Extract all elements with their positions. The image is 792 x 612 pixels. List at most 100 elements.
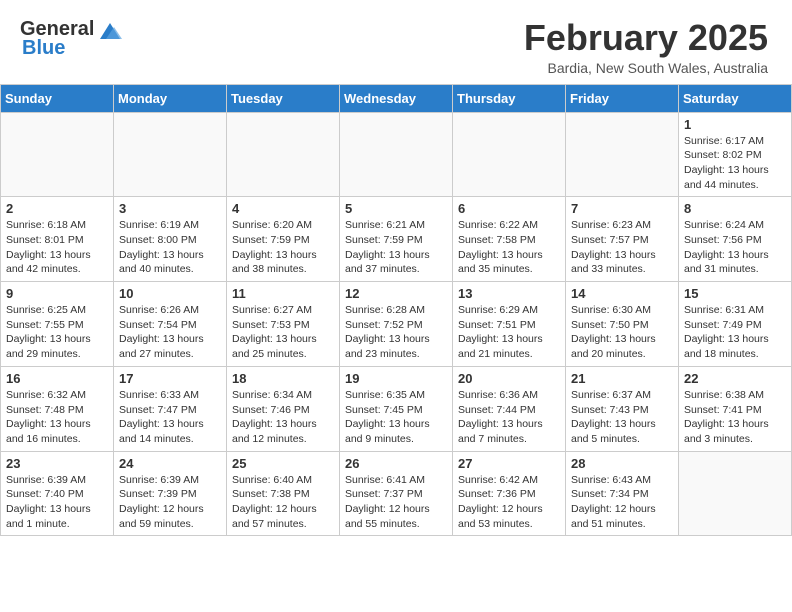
- week-row-3: 9Sunrise: 6:25 AMSunset: 7:55 PMDaylight…: [1, 282, 792, 367]
- weekday-saturday: Saturday: [679, 84, 792, 112]
- day-info: Sunrise: 6:22 AMSunset: 7:58 PMDaylight:…: [458, 218, 560, 277]
- logo-icon: [96, 19, 124, 41]
- calendar-cell: 22 Sunrise: 6:38 AMSunset: 7:41 PMDayligh…: [679, 366, 792, 451]
- day-info: Sunrise: 6:41 AMSunset: 7:37 PMDaylight:…: [345, 473, 447, 532]
- weekday-monday: Monday: [114, 84, 227, 112]
- calendar-cell: 28 Sunrise: 6:43 AMSunset: 7:34 PMDayligh…: [566, 451, 679, 536]
- day-number: 3: [119, 201, 221, 216]
- calendar-cell: 9Sunrise: 6:25 AMSunset: 7:55 PMDaylight…: [1, 282, 114, 367]
- day-number: 22: [684, 371, 786, 386]
- day-number: 7: [571, 201, 673, 216]
- header-right: February 2025 Bardia, New South Wales, A…: [524, 18, 768, 76]
- day-number: 8: [684, 201, 786, 216]
- day-number: 13: [458, 286, 560, 301]
- calendar-cell: 12 Sunrise: 6:28 AMSunset: 7:52 PMDayligh…: [340, 282, 453, 367]
- weekday-wednesday: Wednesday: [340, 84, 453, 112]
- calendar-cell: 4Sunrise: 6:20 AMSunset: 7:59 PMDaylight…: [227, 197, 340, 282]
- day-info: Sunrise: 6:26 AMSunset: 7:54 PMDaylight:…: [119, 303, 221, 362]
- calendar-cell: 23 Sunrise: 6:39 AMSunset: 7:40 PMDayligh…: [1, 451, 114, 536]
- month-title: February 2025: [524, 18, 768, 58]
- weekday-tuesday: Tuesday: [227, 84, 340, 112]
- calendar-page: General Blue February 2025 Bardia, New S…: [0, 0, 792, 612]
- day-info: Sunrise: 6:24 AMSunset: 7:56 PMDaylight:…: [684, 218, 786, 277]
- day-info: Sunrise: 6:40 AMSunset: 7:38 PMDaylight:…: [232, 473, 334, 532]
- calendar-cell: 20 Sunrise: 6:36 AMSunset: 7:44 PMDayligh…: [453, 366, 566, 451]
- calendar-table: SundayMondayTuesdayWednesdayThursdayFrid…: [0, 84, 792, 537]
- weekday-sunday: Sunday: [1, 84, 114, 112]
- week-row-1: 1 Sunrise: 6:17 AMSunset: 8:02 PMDaylight…: [1, 112, 792, 197]
- day-number: 23: [6, 456, 108, 471]
- day-info: Sunrise: 6:29 AMSunset: 7:51 PMDaylight:…: [458, 303, 560, 362]
- day-number: 19: [345, 371, 447, 386]
- weekday-header-row: SundayMondayTuesdayWednesdayThursdayFrid…: [1, 84, 792, 112]
- calendar-cell: 8 Sunrise: 6:24 AMSunset: 7:56 PMDaylight…: [679, 197, 792, 282]
- calendar-cell: 14 Sunrise: 6:30 AMSunset: 7:50 PMDayligh…: [566, 282, 679, 367]
- calendar-cell: 6Sunrise: 6:22 AMSunset: 7:58 PMDaylight…: [453, 197, 566, 282]
- calendar-cell: 15 Sunrise: 6:31 AMSunset: 7:49 PMDayligh…: [679, 282, 792, 367]
- day-info: Sunrise: 6:20 AMSunset: 7:59 PMDaylight:…: [232, 218, 334, 277]
- day-number: 20: [458, 371, 560, 386]
- day-info: Sunrise: 6:19 AMSunset: 8:00 PMDaylight:…: [119, 218, 221, 277]
- weekday-thursday: Thursday: [453, 84, 566, 112]
- day-info: Sunrise: 6:30 AMSunset: 7:50 PMDaylight:…: [571, 303, 673, 362]
- logo: General Blue: [20, 18, 124, 60]
- calendar-cell: [566, 112, 679, 197]
- day-info: Sunrise: 6:43 AMSunset: 7:34 PMDaylight:…: [571, 473, 673, 532]
- week-row-4: 16 Sunrise: 6:32 AMSunset: 7:48 PMDayligh…: [1, 366, 792, 451]
- day-info: Sunrise: 6:32 AMSunset: 7:48 PMDaylight:…: [6, 388, 108, 447]
- day-number: 17: [119, 371, 221, 386]
- day-info: Sunrise: 6:39 AMSunset: 7:40 PMDaylight:…: [6, 473, 108, 532]
- calendar-cell: 17 Sunrise: 6:33 AMSunset: 7:47 PMDayligh…: [114, 366, 227, 451]
- day-number: 25: [232, 456, 334, 471]
- day-number: 10: [119, 286, 221, 301]
- day-number: 14: [571, 286, 673, 301]
- day-number: 11: [232, 286, 334, 301]
- day-number: 24: [119, 456, 221, 471]
- day-info: Sunrise: 6:39 AMSunset: 7:39 PMDaylight:…: [119, 473, 221, 532]
- calendar-cell: 7 Sunrise: 6:23 AMSunset: 7:57 PMDaylight…: [566, 197, 679, 282]
- day-number: 16: [6, 371, 108, 386]
- calendar-cell: 24 Sunrise: 6:39 AMSunset: 7:39 PMDayligh…: [114, 451, 227, 536]
- day-info: Sunrise: 6:37 AMSunset: 7:43 PMDaylight:…: [571, 388, 673, 447]
- calendar-cell: [679, 451, 792, 536]
- header: General Blue February 2025 Bardia, New S…: [0, 0, 792, 84]
- day-number: 18: [232, 371, 334, 386]
- day-info: Sunrise: 6:34 AMSunset: 7:46 PMDaylight:…: [232, 388, 334, 447]
- weekday-friday: Friday: [566, 84, 679, 112]
- week-row-2: 2 Sunrise: 6:18 AMSunset: 8:01 PMDaylight…: [1, 197, 792, 282]
- day-info: Sunrise: 6:38 AMSunset: 7:41 PMDaylight:…: [684, 388, 786, 447]
- calendar-cell: [114, 112, 227, 197]
- day-info: Sunrise: 6:42 AMSunset: 7:36 PMDaylight:…: [458, 473, 560, 532]
- day-number: 5: [345, 201, 447, 216]
- day-info: Sunrise: 6:36 AMSunset: 7:44 PMDaylight:…: [458, 388, 560, 447]
- calendar-cell: [340, 112, 453, 197]
- day-info: Sunrise: 6:27 AMSunset: 7:53 PMDaylight:…: [232, 303, 334, 362]
- day-info: Sunrise: 6:33 AMSunset: 7:47 PMDaylight:…: [119, 388, 221, 447]
- day-number: 15: [684, 286, 786, 301]
- week-row-5: 23 Sunrise: 6:39 AMSunset: 7:40 PMDayligh…: [1, 451, 792, 536]
- day-number: 12: [345, 286, 447, 301]
- calendar-cell: 26 Sunrise: 6:41 AMSunset: 7:37 PMDayligh…: [340, 451, 453, 536]
- calendar-cell: 27Sunrise: 6:42 AMSunset: 7:36 PMDayligh…: [453, 451, 566, 536]
- calendar-cell: [1, 112, 114, 197]
- day-info: Sunrise: 6:21 AMSunset: 7:59 PMDaylight:…: [345, 218, 447, 277]
- calendar-cell: 3 Sunrise: 6:19 AMSunset: 8:00 PMDaylight…: [114, 197, 227, 282]
- day-number: 2: [6, 201, 108, 216]
- day-number: 1: [684, 117, 786, 132]
- day-number: 26: [345, 456, 447, 471]
- day-info: Sunrise: 6:17 AMSunset: 8:02 PMDaylight:…: [684, 134, 786, 193]
- calendar-cell: 5 Sunrise: 6:21 AMSunset: 7:59 PMDaylight…: [340, 197, 453, 282]
- calendar-cell: 1 Sunrise: 6:17 AMSunset: 8:02 PMDaylight…: [679, 112, 792, 197]
- day-info: Sunrise: 6:23 AMSunset: 7:57 PMDaylight:…: [571, 218, 673, 277]
- day-info: Sunrise: 6:18 AMSunset: 8:01 PMDaylight:…: [6, 218, 108, 277]
- day-info: Sunrise: 6:25 AMSunset: 7:55 PMDaylight:…: [6, 303, 108, 362]
- day-number: 28: [571, 456, 673, 471]
- calendar-cell: 21Sunrise: 6:37 AMSunset: 7:43 PMDayligh…: [566, 366, 679, 451]
- day-info: Sunrise: 6:28 AMSunset: 7:52 PMDaylight:…: [345, 303, 447, 362]
- day-info: Sunrise: 6:35 AMSunset: 7:45 PMDaylight:…: [345, 388, 447, 447]
- calendar-cell: 18 Sunrise: 6:34 AMSunset: 7:46 PMDayligh…: [227, 366, 340, 451]
- calendar-cell: 19 Sunrise: 6:35 AMSunset: 7:45 PMDayligh…: [340, 366, 453, 451]
- logo-blue-text: Blue: [22, 37, 65, 60]
- calendar-cell: 16 Sunrise: 6:32 AMSunset: 7:48 PMDayligh…: [1, 366, 114, 451]
- day-info: Sunrise: 6:31 AMSunset: 7:49 PMDaylight:…: [684, 303, 786, 362]
